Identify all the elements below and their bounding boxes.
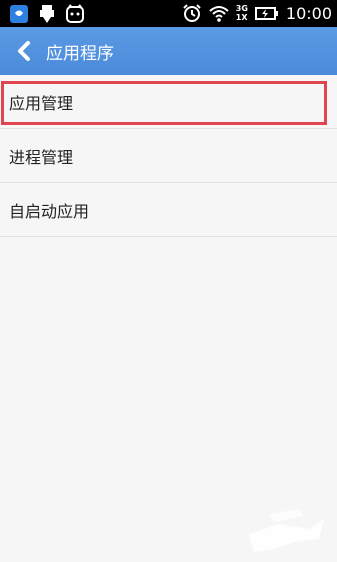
status-bar: 3G 1X 10:00	[0, 0, 337, 27]
status-bar-right: 3G 1X 10:00	[182, 3, 332, 23]
watermark-logo	[239, 494, 331, 558]
list-item-app-management[interactable]: 应用管理	[0, 75, 337, 129]
usb-icon	[37, 4, 57, 24]
page-title: 应用程序	[46, 44, 114, 64]
settings-list: 应用管理 进程管理 自启动应用	[0, 75, 337, 237]
back-button[interactable]	[8, 33, 40, 69]
chevron-left-icon	[18, 41, 30, 61]
network-3g-label: 3G	[235, 4, 248, 13]
list-item-label: 应用管理	[9, 93, 74, 113]
list-item-label: 进程管理	[9, 147, 74, 167]
list-item-autostart-apps[interactable]: 自启动应用	[0, 183, 337, 237]
battery-icon	[254, 3, 279, 23]
status-time: 10:00	[285, 3, 332, 23]
network-1x-label: 1X	[235, 13, 248, 22]
list-item-process-management[interactable]: 进程管理	[0, 129, 337, 183]
action-bar: 应用程序	[0, 27, 337, 75]
network-3g-1x-icon: 3G 1X	[236, 4, 248, 22]
status-bar-left	[9, 4, 85, 24]
qq-icon	[9, 4, 29, 24]
alarm-icon	[182, 3, 202, 23]
list-item-label: 自启动应用	[9, 201, 90, 221]
wifi-icon	[209, 3, 229, 23]
notification-icon	[65, 4, 85, 24]
